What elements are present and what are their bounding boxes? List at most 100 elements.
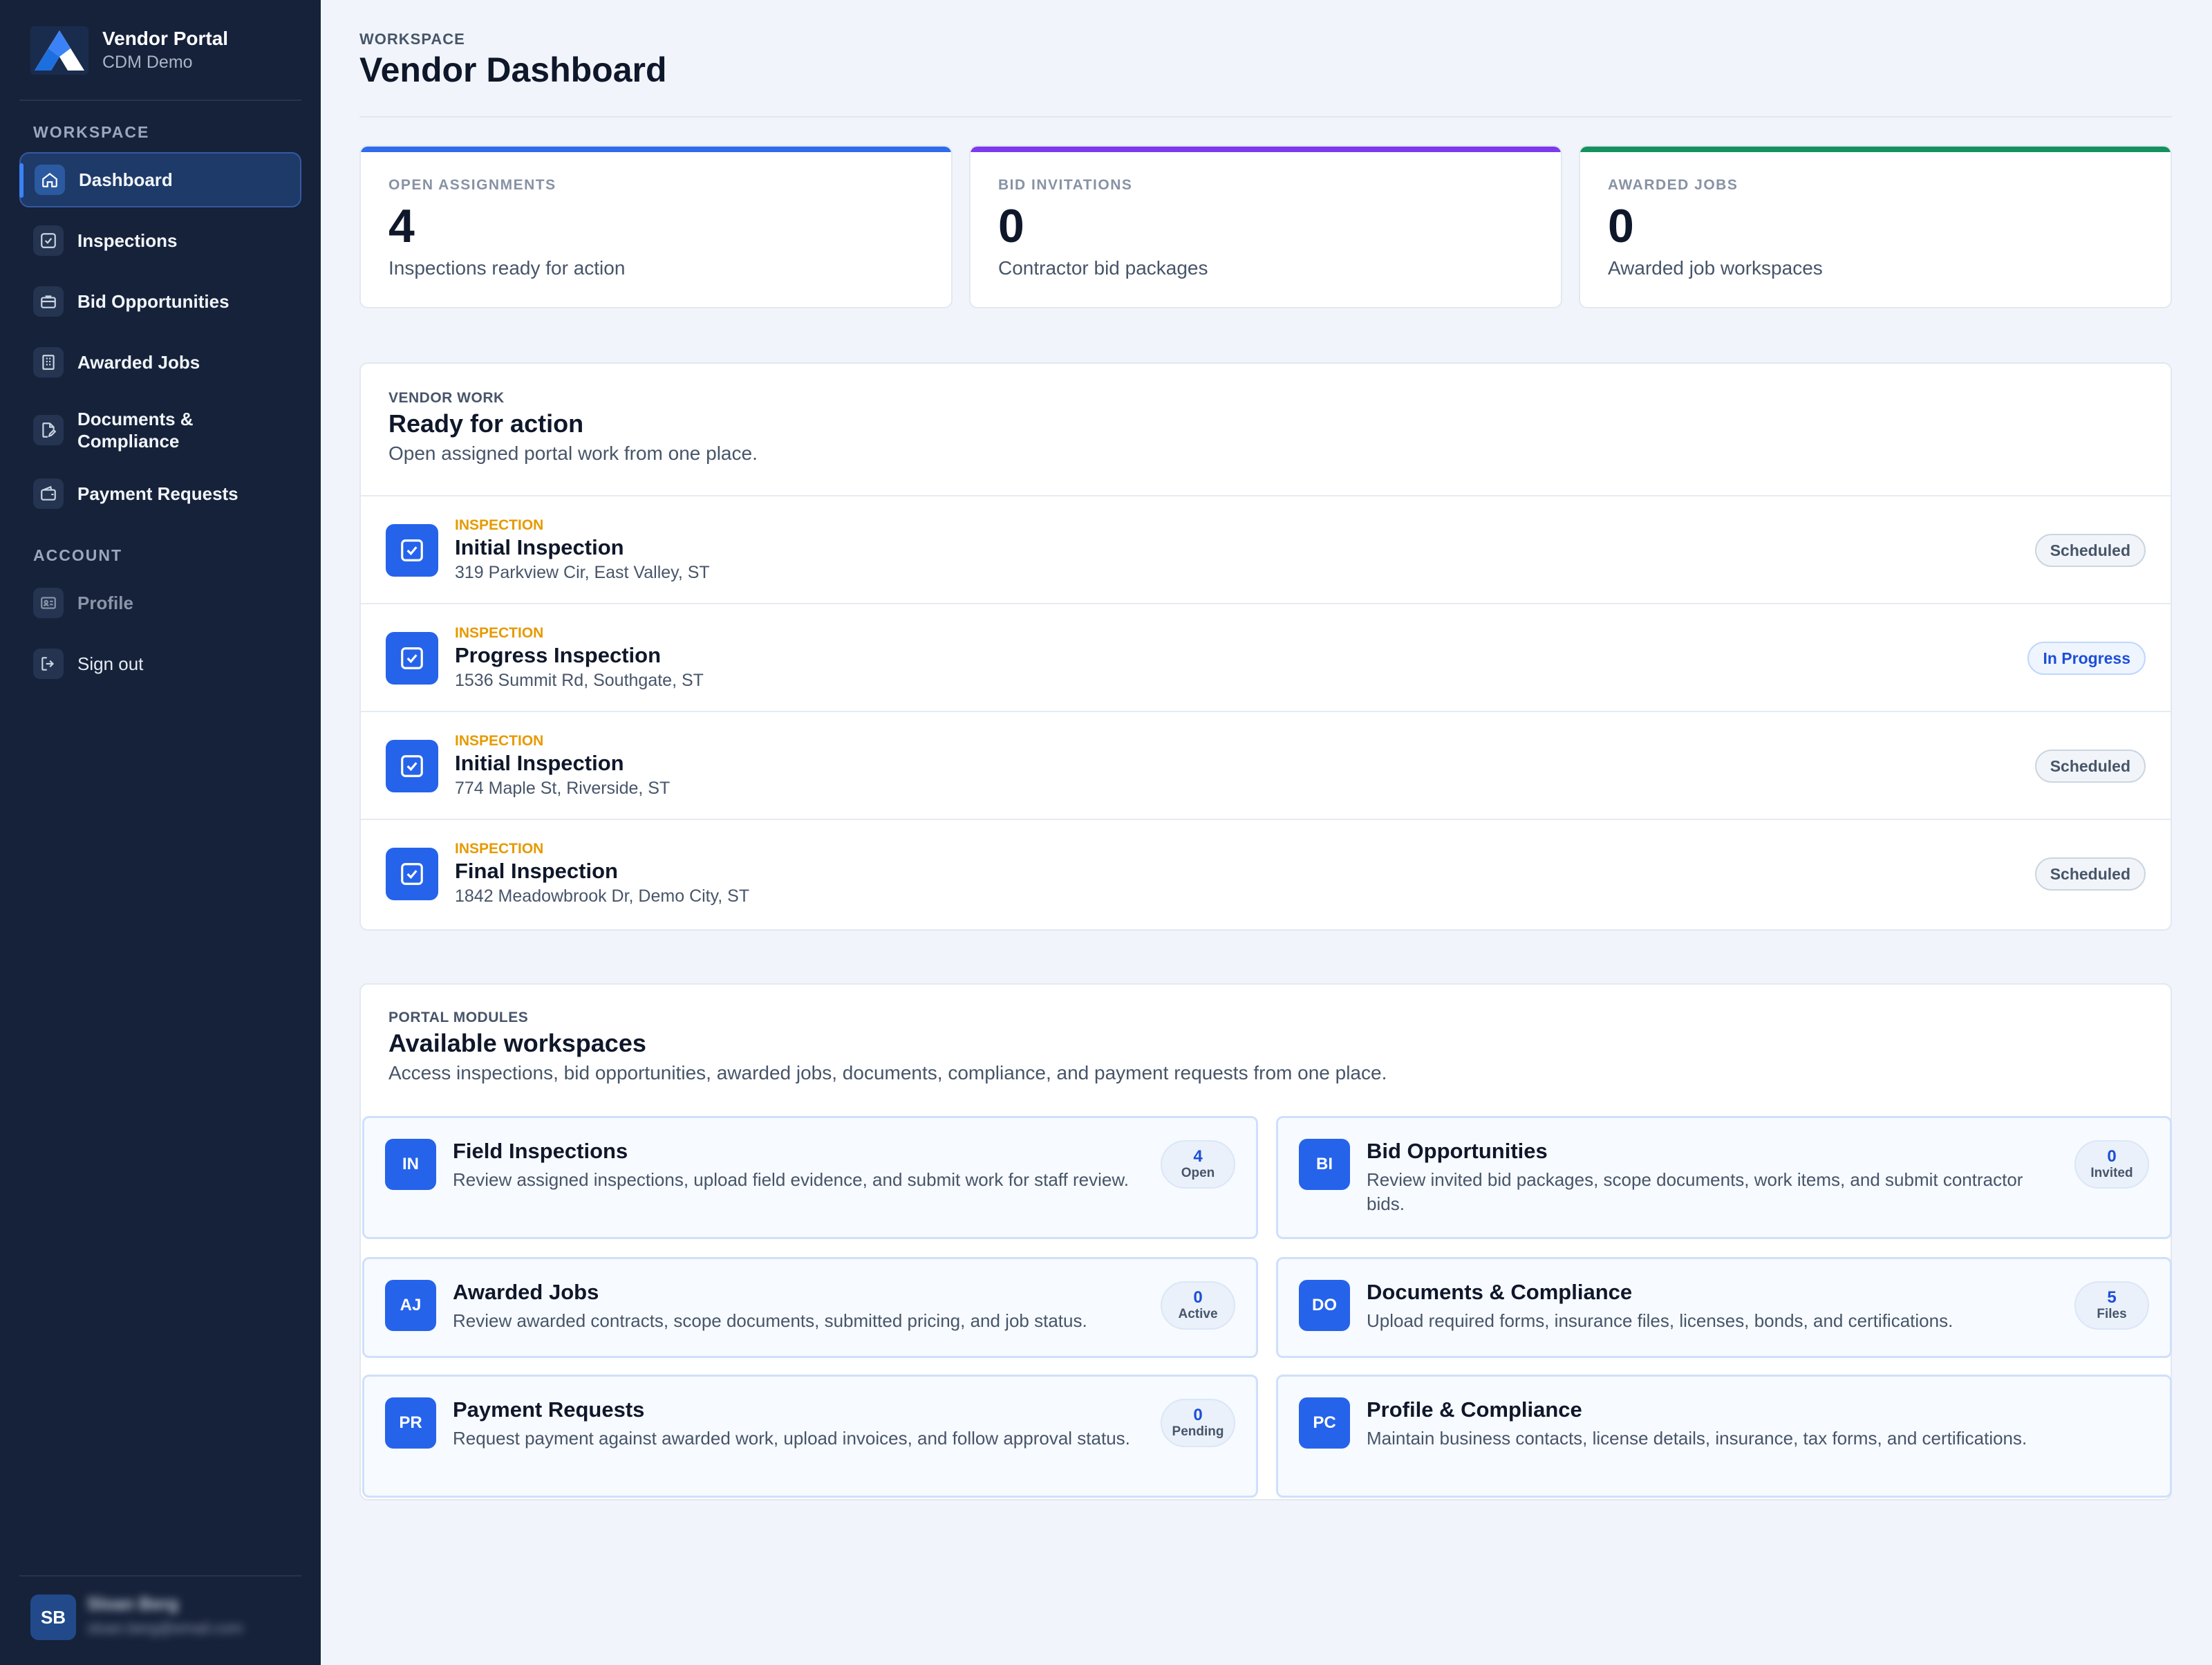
work-address: 1536 Summit Rd, Southgate, ST [455,671,704,690]
module-title: Field Inspections [453,1139,628,1163]
module-description: Maintain business contacts, license deta… [1367,1428,2027,1449]
work-type: INSPECTION [455,841,544,857]
wallet-icon [33,478,64,509]
panel-subtitle: Access inspections, bid opportunities, a… [388,1062,1387,1083]
status-badge: In Progress [2027,642,2146,675]
module-profile-compliance[interactable]: PC Profile & Compliance Maintain busines… [1276,1375,2172,1498]
sign-out-icon [33,649,64,679]
module-count-label: Files [2097,1307,2127,1321]
module-title: Payment Requests [453,1397,645,1422]
brand-title: Vendor Portal [102,28,229,49]
module-description: Review assigned inspections, upload fiel… [453,1169,1129,1190]
module-title: Documents & Compliance [1367,1280,1633,1304]
work-row[interactable]: INSPECTION Initial Inspection 774 Maple … [361,711,2171,819]
module-count-badge: 0 Active [1161,1281,1235,1330]
checkbox-icon [386,632,438,685]
sidebar-item-bid-opportunities[interactable]: Bid Opportunities [19,274,301,329]
module-documents-compliance[interactable]: DO Documents & Compliance Upload require… [1276,1257,2172,1358]
work-address: 774 Maple St, Riverside, ST [455,779,671,798]
module-description: Upload required forms, insurance files, … [1367,1310,1953,1331]
stat-label: OPEN ASSIGNMENTS [388,177,556,193]
sidebar-item-label: Profile [77,593,133,613]
stat-accent-bar [1580,147,2171,152]
module-count-label: Active [1178,1307,1218,1321]
module-description: Request payment against awarded work, up… [453,1428,1130,1449]
sidebar-item-label: Bid Opportunities [77,291,229,312]
module-count-label: Open [1181,1166,1215,1180]
module-abbr-icon: PR [385,1397,436,1449]
module-count: 0 [2107,1147,2117,1166]
sidebar-item-documents-compliance[interactable]: Documents & Compliance [19,401,301,459]
sidebar-heading-workspace: WORKSPACE [33,123,150,141]
module-count-label: Pending [1172,1424,1224,1439]
module-count: 0 [1193,1288,1203,1307]
module-count: 0 [1193,1406,1203,1424]
work-title: Initial Inspection [455,535,624,559]
stat-value: 4 [388,200,415,252]
module-title: Bid Opportunities [1367,1139,1548,1163]
work-row[interactable]: INSPECTION Progress Inspection 1536 Summ… [361,603,2171,711]
sidebar-item-dashboard[interactable]: Dashboard [19,152,301,207]
sidebar-item-profile[interactable]: Profile [19,575,301,631]
checkbox-icon [386,740,438,792]
stat-card-open-assignments[interactable]: OPEN ASSIGNMENTS 4 Inspections ready for… [359,145,953,308]
work-type: INSPECTION [455,625,544,641]
status-badge: Scheduled [2034,534,2146,567]
page-eyebrow: WORKSPACE [359,30,465,48]
panel-title: Ready for action [388,409,584,438]
checkbox-icon [386,524,438,577]
stat-label: AWARDED JOBS [1608,177,1738,193]
brand[interactable]: Vendor Portal CDM Demo [30,26,301,89]
sidebar-divider [19,100,301,101]
module-count-badge: 5 Files [2074,1281,2149,1330]
stat-card-awarded-jobs[interactable]: AWARDED JOBS 0 Awarded job workspaces [1579,145,2172,308]
module-count-badge: 0 Invited [2074,1140,2149,1189]
module-payment-requests[interactable]: PR Payment Requests Request payment agai… [362,1375,1258,1498]
module-count: 5 [2107,1288,2117,1307]
sidebar-item-label: Payment Requests [77,483,238,504]
sidebar-heading-account: ACCOUNT [33,546,122,564]
stat-accent-bar [361,147,951,152]
module-bid-opportunities[interactable]: BI Bid Opportunities Review invited bid … [1276,1116,2172,1239]
sidebar-divider [19,1575,301,1576]
page-title: Vendor Dashboard [359,50,667,89]
sidebar-item-inspections[interactable]: Inspections [19,213,301,268]
sign-out-button[interactable]: Sign out [19,636,301,691]
module-count-badge: 4 Open [1161,1140,1235,1189]
module-field-inspections[interactable]: IN Field Inspections Review assigned ins… [362,1116,1258,1239]
work-type: INSPECTION [455,733,544,749]
sidebar-item-label: Documents & Compliance [77,409,194,452]
user-email: sloan.berg@email.com [87,1619,243,1637]
sidebar-item-payment-requests[interactable]: Payment Requests [19,466,301,521]
module-title: Profile & Compliance [1367,1397,1582,1422]
status-badge: Scheduled [2034,750,2146,783]
work-row[interactable]: INSPECTION Initial Inspection 319 Parkvi… [361,495,2171,603]
briefcase-icon [33,286,64,317]
checkbox-icon [33,225,64,256]
module-abbr-icon: IN [385,1139,436,1190]
sidebar-item-label: Sign out [77,653,144,674]
work-title: Progress Inspection [455,643,662,667]
user-profile-row[interactable]: SB Sloan Berg sloan.berg@email.com [30,1589,301,1644]
brand-subtitle: CDM Demo [102,53,193,72]
vendor-portal-logo-icon [30,26,88,75]
vendor-work-panel: VENDOR WORK Ready for action Open assign… [359,362,2172,931]
header-divider [359,116,2172,118]
user-name: Sloan Berg [87,1594,178,1614]
sidebar-item-label: Inspections [77,230,178,251]
work-address: 1842 Meadowbrook Dr, Demo City, ST [455,886,750,906]
module-abbr-icon: PC [1299,1397,1350,1449]
avatar: SB [30,1594,76,1640]
work-address: 319 Parkview Cir, East Valley, ST [455,563,710,582]
checkbox-icon [386,848,438,900]
sidebar-item-awarded-jobs[interactable]: Awarded Jobs [19,335,301,390]
module-awarded-jobs[interactable]: AJ Awarded Jobs Review awarded contracts… [362,1257,1258,1358]
module-count: 4 [1193,1147,1203,1166]
work-row[interactable]: INSPECTION Final Inspection 1842 Meadowb… [361,819,2171,927]
panel-subtitle: Open assigned portal work from one place… [388,443,758,464]
work-title: Initial Inspection [455,751,624,775]
portal-modules-panel: PORTAL MODULES Available workspaces Acce… [359,983,2172,1500]
stat-value: 0 [998,200,1024,252]
stat-card-bid-invitations[interactable]: BID INVITATIONS 0 Contractor bid package… [969,145,1562,308]
document-edit-icon [33,415,64,445]
